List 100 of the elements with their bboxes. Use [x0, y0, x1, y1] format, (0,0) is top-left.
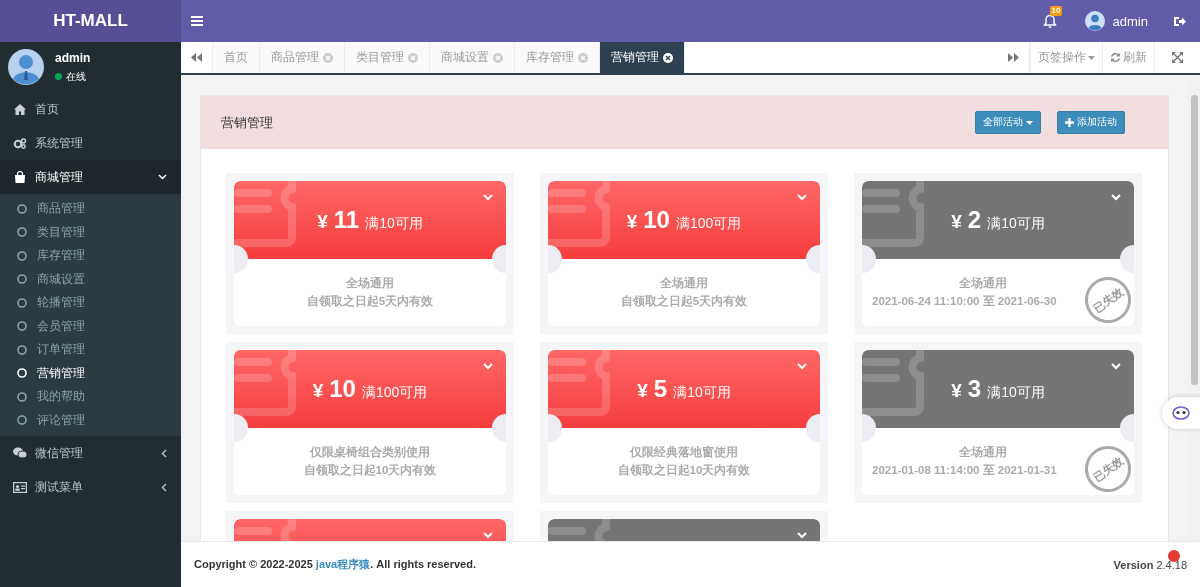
page-tab[interactable]: 首页 — [213, 42, 260, 73]
chat-bubbles-icon — [13, 447, 27, 459]
sidebar-submenu-item[interactable]: 订单管理 — [0, 338, 181, 362]
chevron-down-icon[interactable] — [483, 194, 493, 201]
user-name[interactable]: admin — [1112, 13, 1148, 29]
coupon-condition: 满10可用 — [987, 215, 1045, 233]
coupon-amount: 2 — [967, 206, 982, 234]
id-card-icon — [13, 481, 27, 493]
coupon-amount: 10 — [329, 375, 356, 403]
sidebar-submenu-item[interactable]: 库存管理 — [0, 244, 181, 268]
sidebar-menu-item[interactable]: 商城管理 — [0, 160, 181, 194]
notification-badge: 10 — [1049, 5, 1063, 16]
chevron-down-icon[interactable] — [1111, 194, 1121, 201]
face-icon — [1172, 406, 1190, 420]
chevron-left-icon — [161, 482, 167, 492]
circle-icon — [17, 391, 27, 402]
coupon-scope: 全场通用 — [959, 445, 1007, 460]
circle-icon — [17, 321, 27, 332]
coupon-condition: 满10可用 — [365, 215, 423, 233]
sidebar-submenu-item[interactable]: 我的帮助 — [0, 385, 181, 409]
double-chevron-left-icon — [191, 53, 202, 62]
currency-symbol: ¥ — [637, 380, 648, 402]
circle-icon — [17, 297, 27, 308]
menu-icon — [191, 16, 203, 26]
sidebar-submenu-item[interactable]: 轮播管理 — [0, 291, 181, 315]
chevron-left-icon — [161, 448, 167, 458]
logo-text: HT-MALL — [0, 0, 181, 42]
plus-icon — [1065, 118, 1074, 127]
coupon-condition: 满100可用 — [675, 215, 742, 233]
coupon-scope: 全场通用 — [959, 276, 1007, 291]
currency-symbol: ¥ — [312, 380, 324, 402]
circle-icon — [17, 250, 27, 261]
sidebar-submenu-item[interactable]: 商品管理 — [0, 197, 181, 221]
caret-icon — [1088, 55, 1095, 60]
close-icon[interactable] — [663, 52, 673, 63]
circle-icon — [17, 344, 27, 355]
coupon-condition: 满10可用 — [673, 384, 731, 402]
currency-symbol: ¥ — [317, 211, 328, 233]
chevron-down-icon[interactable] — [483, 532, 493, 539]
coupon-condition: 满100可用 — [361, 384, 428, 402]
coupon-scope: 全场通用 — [660, 276, 708, 291]
page-tab[interactable]: 营销管理 — [600, 42, 685, 73]
home-icon — [13, 103, 27, 115]
circle-icon — [17, 203, 27, 214]
sidebar-submenu-item[interactable]: 营销管理 — [0, 361, 181, 385]
user-name: admin — [55, 50, 91, 65]
sidebar-submenu-item[interactable]: 会员管理 — [0, 314, 181, 338]
circle-icon — [17, 274, 27, 285]
coupon-condition: 满10可用 — [987, 384, 1045, 402]
coupon-scope: 全场通用 — [346, 276, 394, 291]
coupon-validity: 自领取之日起5天内有效 — [620, 294, 748, 309]
refresh-icon — [1110, 52, 1121, 63]
sidebar-submenu-item[interactable]: 评论管理 — [0, 408, 181, 432]
sidebar-menu-item[interactable]: 微信管理 — [0, 436, 181, 470]
sidebar-menu-item[interactable]: 首页 — [0, 92, 181, 126]
coupon-validity: 自领取之日起10天内有效 — [617, 463, 751, 478]
coupon-amount: 11 — [333, 206, 360, 234]
avatar-icon — [8, 49, 44, 85]
page-tab[interactable]: 商品管理 — [260, 42, 345, 73]
coupon-scope: 仅限桌椅组合类别使用 — [310, 445, 430, 460]
panel-title: 营销管理 — [221, 113, 273, 132]
coupon-amount: 10 — [643, 206, 670, 234]
coupon-amount: 5 — [653, 375, 668, 403]
coupon-scope: 仅限经典落地窗使用 — [630, 445, 738, 460]
chevron-down-icon — [158, 174, 167, 180]
coupon-validity: 自领取之日起10天内有效 — [303, 463, 437, 478]
sidebar-submenu-item[interactable]: 商城设置 — [0, 267, 181, 291]
chevron-down-icon[interactable] — [797, 194, 807, 201]
chevron-down-icon[interactable] — [483, 363, 493, 370]
copyright-text: Copyright © 2022-2025 java程序猿. All rights reserved. — [194, 557, 476, 572]
status-text: 在线 — [66, 69, 86, 84]
sidebar-submenu-item[interactable]: 类目管理 — [0, 220, 181, 244]
page-tab[interactable]: 商城设置 — [430, 42, 515, 73]
assistant-button[interactable] — [1162, 397, 1200, 429]
chevron-down-icon[interactable] — [797, 532, 807, 539]
shopping-bag-icon — [13, 171, 27, 183]
all-activities-dropdown[interactable]: 全部活动 — [975, 111, 1041, 134]
avatar-icon — [1084, 11, 1105, 31]
chevron-down-icon[interactable] — [1111, 363, 1121, 370]
chevron-down-icon[interactable] — [797, 363, 807, 370]
coupon-amount: 3 — [967, 375, 982, 403]
circle-icon — [17, 227, 27, 238]
coupon-validity: 自领取之日起5天内有效 — [306, 294, 434, 309]
currency-symbol: ¥ — [626, 211, 638, 233]
gears-icon — [13, 137, 27, 149]
add-activity-button[interactable]: 添加活动 — [1057, 111, 1125, 134]
logout-icon[interactable] — [1174, 15, 1186, 27]
double-chevron-right-icon — [1008, 53, 1019, 62]
circle-icon — [17, 368, 27, 379]
notification-dot — [1168, 550, 1180, 562]
circle-icon — [17, 415, 27, 426]
page-tab[interactable]: 类目管理 — [345, 42, 430, 73]
currency-symbol: ¥ — [951, 211, 962, 233]
sidebar-menu-item[interactable]: 系统管理 — [0, 126, 181, 160]
page-tab[interactable]: 库存管理 — [515, 42, 600, 73]
bell-icon[interactable] — [1042, 13, 1057, 29]
coupon-validity: 2021-06-24 11:10:00 至 2021-06-30 — [872, 294, 1057, 309]
version-text: Version 2.4.18 — [1113, 558, 1187, 571]
caret-icon — [1026, 120, 1033, 125]
sidebar-menu-item[interactable]: 测试菜单 — [0, 470, 181, 504]
